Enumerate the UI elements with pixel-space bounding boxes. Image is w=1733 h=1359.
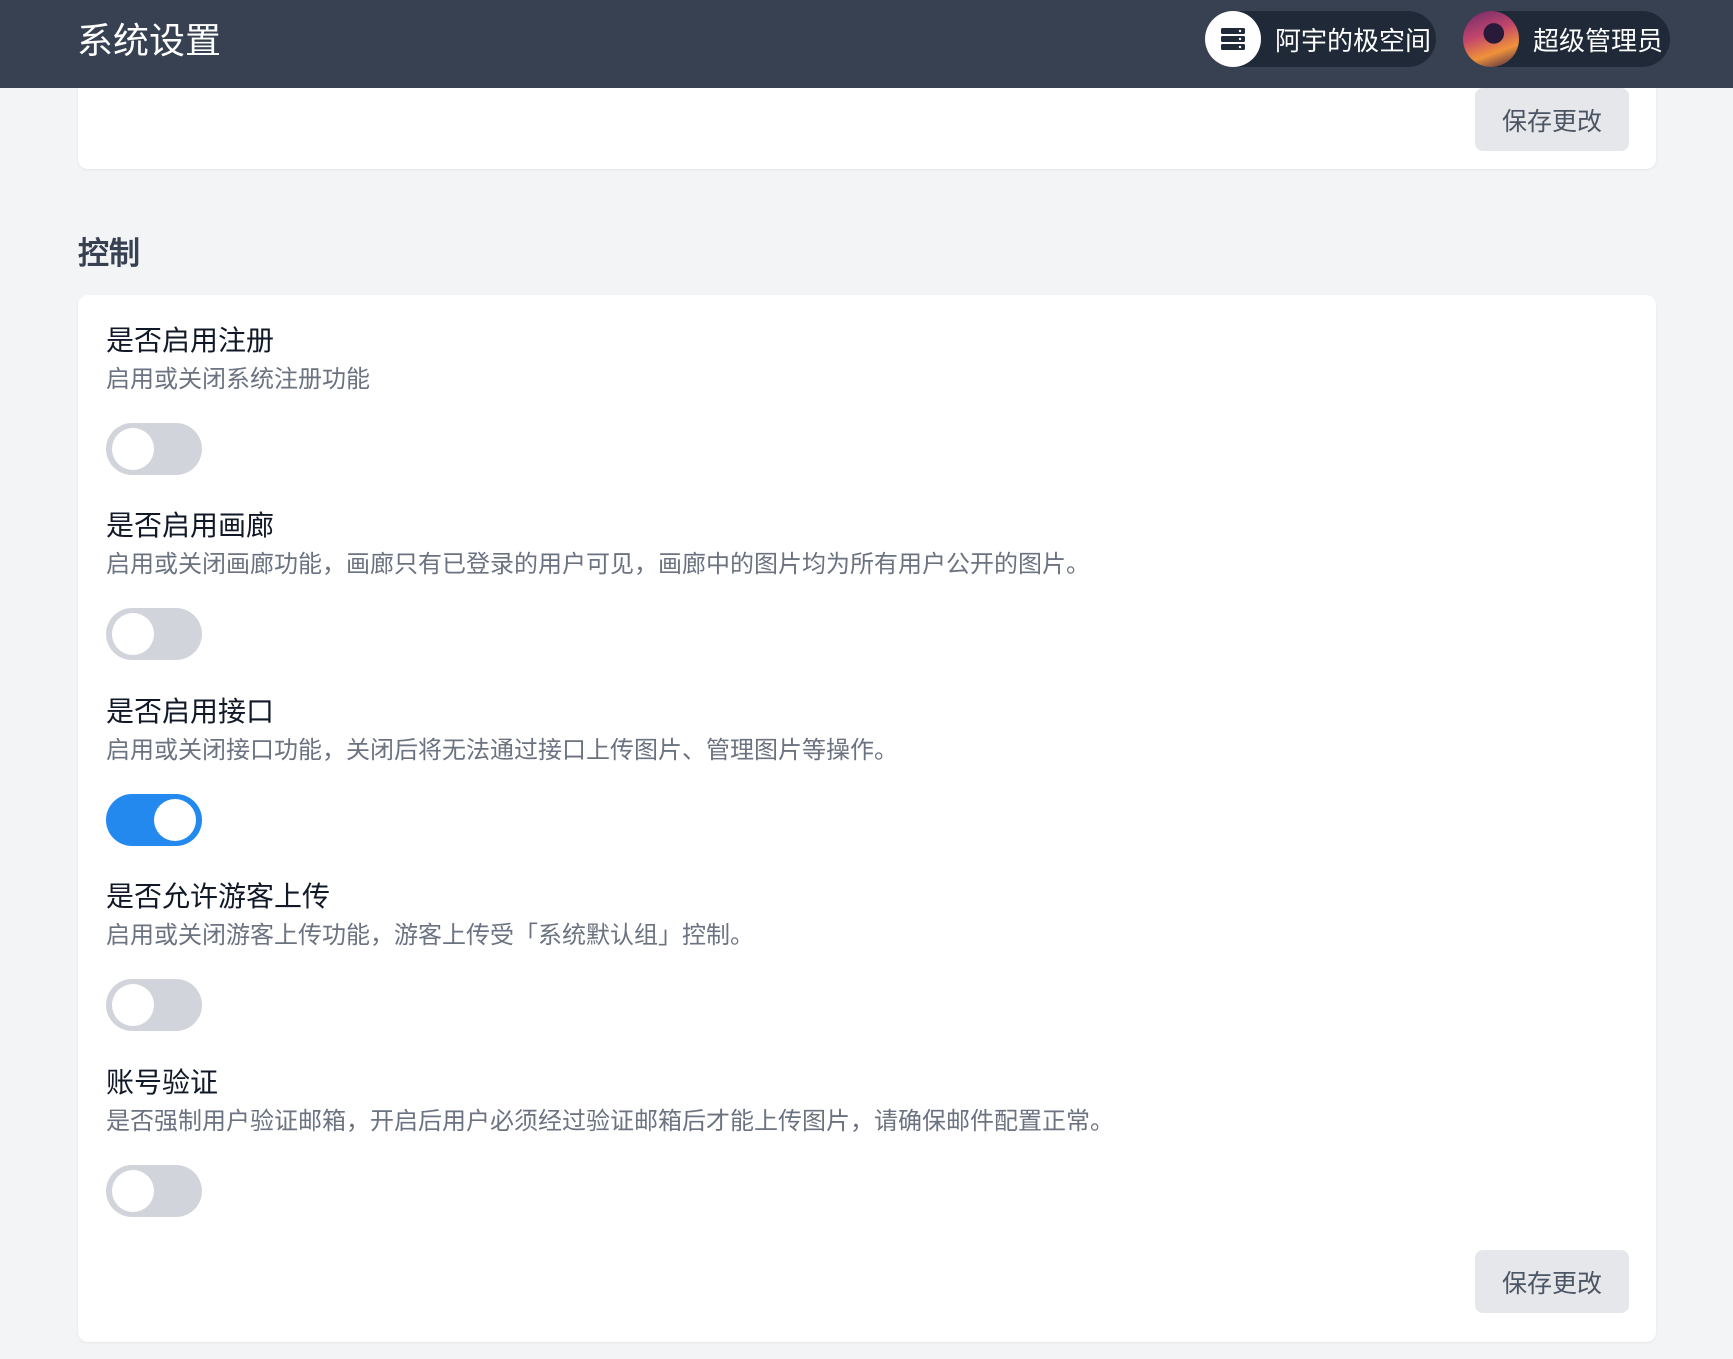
- server-switcher[interactable]: 阿宇的极空间: [1205, 11, 1436, 67]
- save-button[interactable]: 保存更改: [1475, 1250, 1629, 1313]
- setting-description: 启用或关闭游客上传功能，游客上传受「系统默认组」控制。: [106, 921, 754, 949]
- toggle-knob: [154, 799, 196, 841]
- top-bar: 系统设置 阿宇的极空间 超级管理员: [0, 0, 1733, 88]
- setting-description: 启用或关闭系统注册功能: [106, 365, 370, 393]
- user-menu[interactable]: 超级管理员: [1463, 11, 1670, 67]
- control-settings-card: 是否启用注册 启用或关闭系统注册功能 是否启用画廊 启用或关闭画廊功能，画廊只有…: [78, 295, 1656, 1342]
- setting-label: 是否启用画廊: [106, 509, 275, 542]
- toggle-registration[interactable]: [106, 423, 202, 475]
- setting-guest-upload: 是否允许游客上传 启用或关闭游客上传功能，游客上传受「系统默认组」控制。: [106, 879, 1606, 1031]
- server-icon: [1205, 11, 1261, 67]
- setting-description: 启用或关闭画廊功能，画廊只有已登录的用户可见，画廊中的图片均为所有用户公开的图片…: [106, 550, 1090, 578]
- setting-label: 账号验证: [106, 1066, 219, 1099]
- toggle-knob: [112, 984, 154, 1026]
- setting-label: 是否启用接口: [106, 695, 275, 728]
- setting-description: 是否强制用户验证邮箱，开启后用户必须经过验证邮箱后才能上传图片，请确保邮件配置正…: [106, 1107, 1114, 1135]
- avatar: [1463, 11, 1519, 67]
- setting-enable-api: 是否启用接口 启用或关闭接口功能，关闭后将无法通过接口上传图片、管理图片等操作。: [106, 694, 1606, 846]
- toggle-account-verification[interactable]: [106, 1165, 202, 1217]
- section-title-control: 控制: [78, 236, 140, 272]
- setting-enable-gallery: 是否启用画廊 启用或关闭画廊功能，画廊只有已登录的用户可见，画廊中的图片均为所有…: [106, 508, 1606, 660]
- setting-account-verification: 账号验证 是否强制用户验证邮箱，开启后用户必须经过验证邮箱后才能上传图片，请确保…: [106, 1065, 1606, 1217]
- toggle-knob: [112, 1170, 154, 1212]
- setting-label: 是否允许游客上传: [106, 880, 331, 913]
- setting-description: 启用或关闭接口功能，关闭后将无法通过接口上传图片、管理图片等操作。: [106, 736, 898, 764]
- setting-label: 是否启用注册: [106, 324, 275, 357]
- page-title: 系统设置: [77, 21, 222, 62]
- setting-enable-registration: 是否启用注册 启用或关闭系统注册功能: [106, 323, 1606, 475]
- toggle-gallery[interactable]: [106, 608, 202, 660]
- toggle-knob: [112, 613, 154, 655]
- user-name: 超级管理员: [1533, 26, 1664, 57]
- save-button-top[interactable]: 保存更改: [1475, 88, 1629, 151]
- server-name: 阿宇的极空间: [1275, 26, 1432, 57]
- toggle-api[interactable]: [106, 794, 202, 846]
- toggle-guest-upload[interactable]: [106, 979, 202, 1031]
- toggle-knob: [112, 428, 154, 470]
